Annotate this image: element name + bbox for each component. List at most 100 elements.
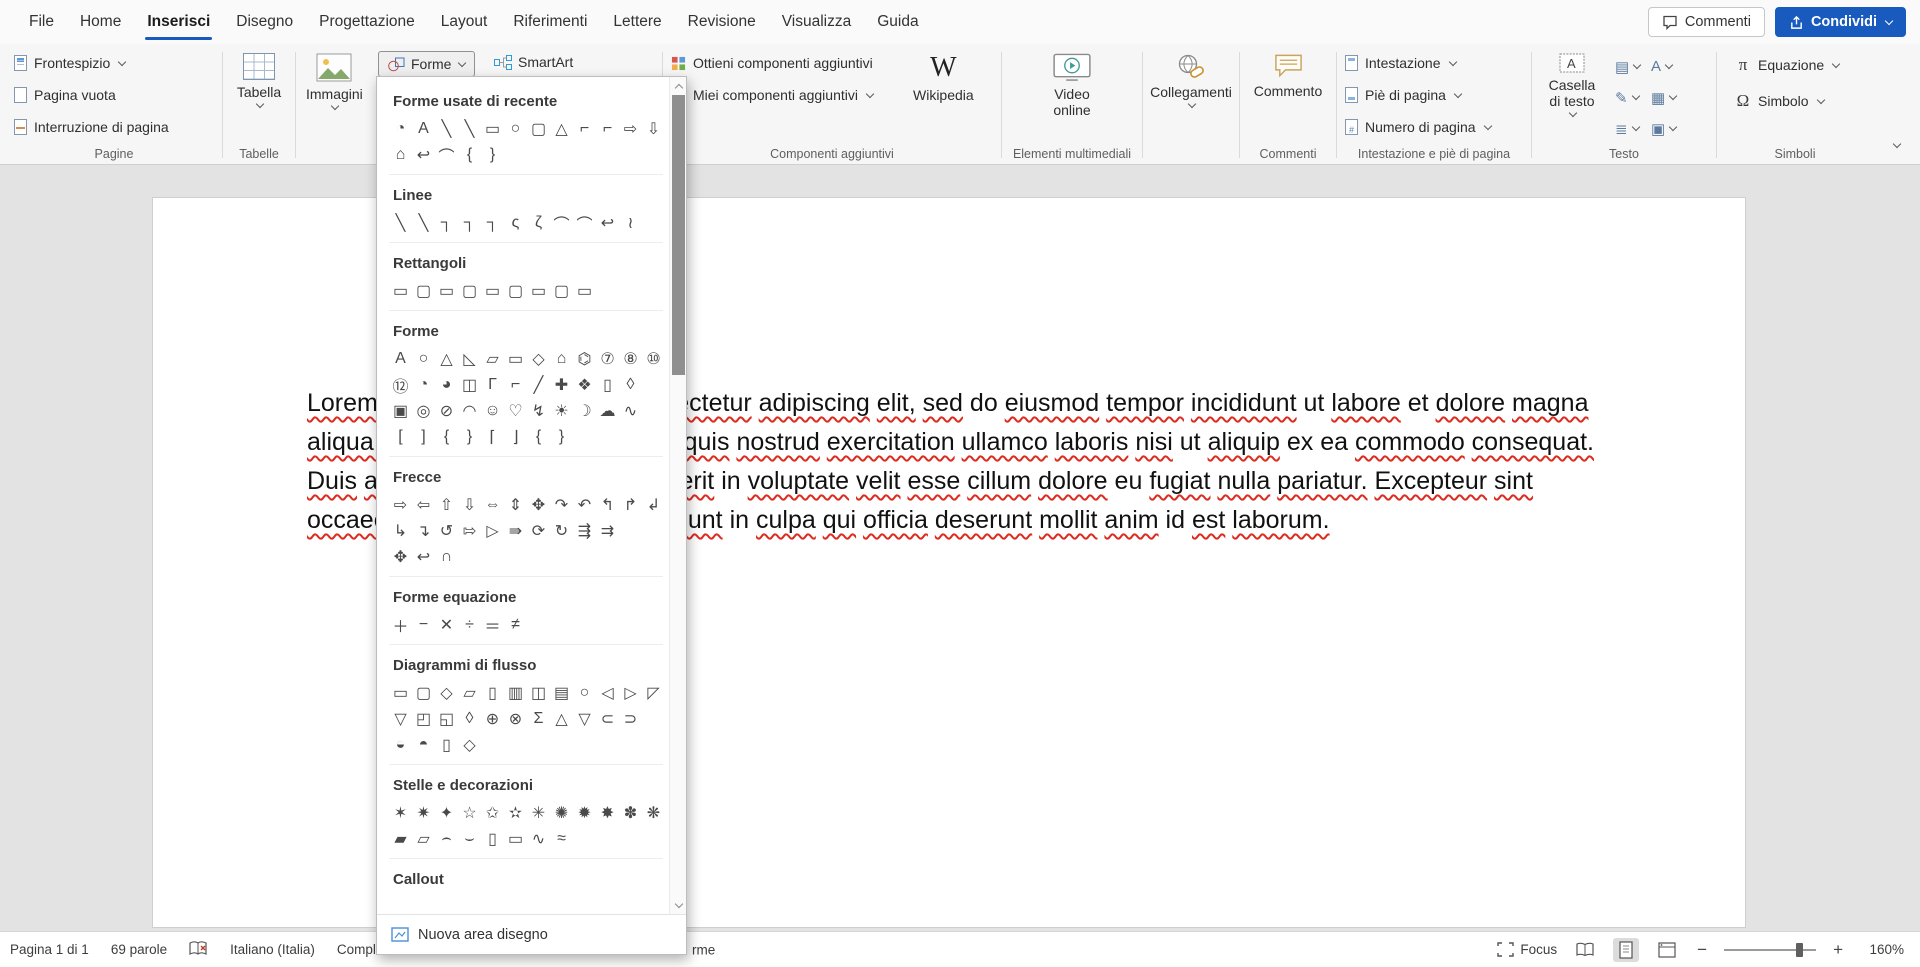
shape-glyph[interactable]: ✸ xyxy=(596,800,619,826)
shape-glyph[interactable]: { xyxy=(527,424,550,450)
shape-glyph[interactable]: A xyxy=(412,116,435,142)
shape-glyph[interactable]: ⊘ xyxy=(435,398,458,424)
shape-glyph[interactable]: ◇ xyxy=(458,732,481,758)
shape-glyph[interactable]: ＋ xyxy=(389,612,412,638)
shape-glyph[interactable]: ◠ xyxy=(458,398,481,424)
menu-scrollbar[interactable] xyxy=(669,77,686,914)
ottieni-componen​ti-button[interactable]: Ottieni componenti aggiuntivi xyxy=(667,54,907,72)
shape-glyph[interactable]: ⌢ xyxy=(435,826,458,852)
shape-glyph[interactable]: ◰ xyxy=(412,706,435,732)
miei-componenti-button[interactable]: Miei componenti aggiuntivi xyxy=(667,86,907,104)
shape-glyph[interactable]: [ xyxy=(389,424,412,450)
capolettera-button[interactable]: ≣ xyxy=(1612,113,1648,144)
shape-glyph[interactable]: ⇨ xyxy=(389,492,412,518)
tab-guida[interactable]: Guida xyxy=(864,0,931,44)
shape-glyph[interactable]: ≈ xyxy=(550,826,573,852)
shape-glyph[interactable]: ⇶ xyxy=(573,518,596,544)
shape-glyph[interactable]: ⌂ xyxy=(550,346,573,372)
shape-glyph[interactable]: ◔ xyxy=(389,116,412,142)
shape-glyph[interactable]: ◸ xyxy=(642,680,665,706)
shape-glyph[interactable]: ⊃ xyxy=(619,706,642,732)
shape-glyph[interactable]: { xyxy=(435,424,458,450)
shape-glyph[interactable]: ⌬ xyxy=(573,346,596,372)
shape-glyph[interactable]: ▭ xyxy=(389,680,412,706)
shape-glyph[interactable]: ◇ xyxy=(527,346,550,372)
shape-glyph[interactable]: ⌣ xyxy=(458,826,481,852)
immagini-button[interactable]: Immagini xyxy=(300,46,369,144)
casella-di-testo-button[interactable]: A Casella di testo xyxy=(1536,46,1608,144)
word-count[interactable]: 69 parole xyxy=(111,942,167,957)
share-button[interactable]: Condividi xyxy=(1775,7,1906,37)
shape-glyph[interactable]: ⇦ xyxy=(412,492,435,518)
shape-glyph[interactable]: Σ xyxy=(527,706,550,732)
shape-glyph[interactable]: ▰ xyxy=(389,826,412,852)
read-mode-button[interactable] xyxy=(1572,938,1598,962)
shape-glyph[interactable]: ▷ xyxy=(481,518,504,544)
shape-glyph[interactable]: ⑩ xyxy=(642,346,665,372)
shape-glyph[interactable]: ▱ xyxy=(458,680,481,706)
scroll-up-arrow[interactable] xyxy=(670,77,687,94)
simbolo-button[interactable]: Ω Simbolo xyxy=(1731,90,1843,112)
shape-glyph[interactable]: ⇰ xyxy=(458,518,481,544)
shape-glyph[interactable]: ☀ xyxy=(550,398,573,424)
shape-glyph[interactable]: ◺ xyxy=(458,346,481,372)
shape-glyph[interactable]: ▢ xyxy=(458,278,481,304)
shape-glyph[interactable]: ⇨ xyxy=(619,116,642,142)
tabella-button[interactable]: Tabella xyxy=(231,46,287,144)
page-indicator[interactable]: Pagina 1 di 1 xyxy=(10,942,89,957)
shape-glyph[interactable]: ≀ xyxy=(619,210,642,236)
shape-glyph[interactable]: ⊗ xyxy=(504,706,527,732)
shape-glyph[interactable]: △ xyxy=(550,116,573,142)
shape-glyph[interactable]: ⌂ xyxy=(389,142,412,168)
shape-glyph[interactable]: ↷ xyxy=(550,492,573,518)
tab-file[interactable]: File xyxy=(16,0,67,44)
tab-revisione[interactable]: Revisione xyxy=(675,0,769,44)
shape-glyph[interactable]: ✫ xyxy=(504,800,527,826)
shape-glyph[interactable]: ≠ xyxy=(504,612,527,638)
shape-glyph[interactable]: ↻ xyxy=(550,518,573,544)
collegamenti-button[interactable]: Collegamenti xyxy=(1144,46,1238,144)
zoom-out-button[interactable]: − xyxy=(1695,940,1709,960)
focus-toggle[interactable]: Focus xyxy=(1497,942,1557,957)
shape-glyph[interactable]: ✦ xyxy=(435,800,458,826)
shape-glyph[interactable]: ✩ xyxy=(481,800,504,826)
shape-glyph[interactable]: ▽ xyxy=(389,706,412,732)
tab-riferimenti[interactable]: Riferimenti xyxy=(500,0,600,44)
shape-glyph[interactable]: ＝ xyxy=(481,612,504,638)
shape-glyph[interactable]: ◫ xyxy=(458,372,481,398)
shape-glyph[interactable]: △ xyxy=(435,346,458,372)
shape-glyph[interactable]: ☺ xyxy=(481,398,504,424)
shape-glyph[interactable]: ⇉ xyxy=(596,518,619,544)
shape-glyph[interactable]: { xyxy=(458,142,481,168)
shape-glyph[interactable]: ⑫ xyxy=(389,372,412,398)
commento-button[interactable]: Commento xyxy=(1248,46,1328,144)
shape-glyph[interactable]: ╲ xyxy=(458,116,481,142)
forme-button[interactable]: Forme xyxy=(378,51,475,77)
shape-glyph[interactable]: ♡ xyxy=(504,398,527,424)
shape-glyph[interactable]: } xyxy=(481,142,504,168)
shape-glyph[interactable]: ▭ xyxy=(389,278,412,304)
shape-glyph[interactable]: ▢ xyxy=(504,278,527,304)
shape-glyph[interactable]: ▭ xyxy=(481,278,504,304)
shape-glyph[interactable]: ↴ xyxy=(412,518,435,544)
zoom-slider[interactable] xyxy=(1724,949,1816,951)
shape-glyph[interactable]: ╲ xyxy=(389,210,412,236)
shape-glyph[interactable]: ✶ xyxy=(389,800,412,826)
new-drawing-canvas-item[interactable]: Nuova area disegno xyxy=(377,914,686,954)
shape-glyph[interactable]: ς xyxy=(504,210,527,236)
shape-glyph[interactable]: A xyxy=(389,346,412,372)
video-online-button[interactable]: Video online xyxy=(1037,46,1107,144)
numero-di-pagina-button[interactable]: Numero di pagina xyxy=(1341,118,1495,136)
shape-glyph[interactable]: ▭ xyxy=(435,278,458,304)
shape-glyph[interactable]: ⊕ xyxy=(481,706,504,732)
shape-glyph[interactable]: ✷ xyxy=(412,800,435,826)
shape-glyph[interactable]: ▢ xyxy=(412,278,435,304)
shape-glyph[interactable]: ⇩ xyxy=(642,116,665,142)
shape-glyph[interactable]: ⇧ xyxy=(435,492,458,518)
shape-glyph[interactable]: △ xyxy=(550,706,573,732)
print-layout-button[interactable] xyxy=(1613,938,1639,962)
shape-glyph[interactable]: ▽ xyxy=(573,706,596,732)
shape-glyph[interactable]: ◓ xyxy=(412,732,435,758)
shape-glyph[interactable]: ┐ xyxy=(435,210,458,236)
tab-layout[interactable]: Layout xyxy=(428,0,501,44)
